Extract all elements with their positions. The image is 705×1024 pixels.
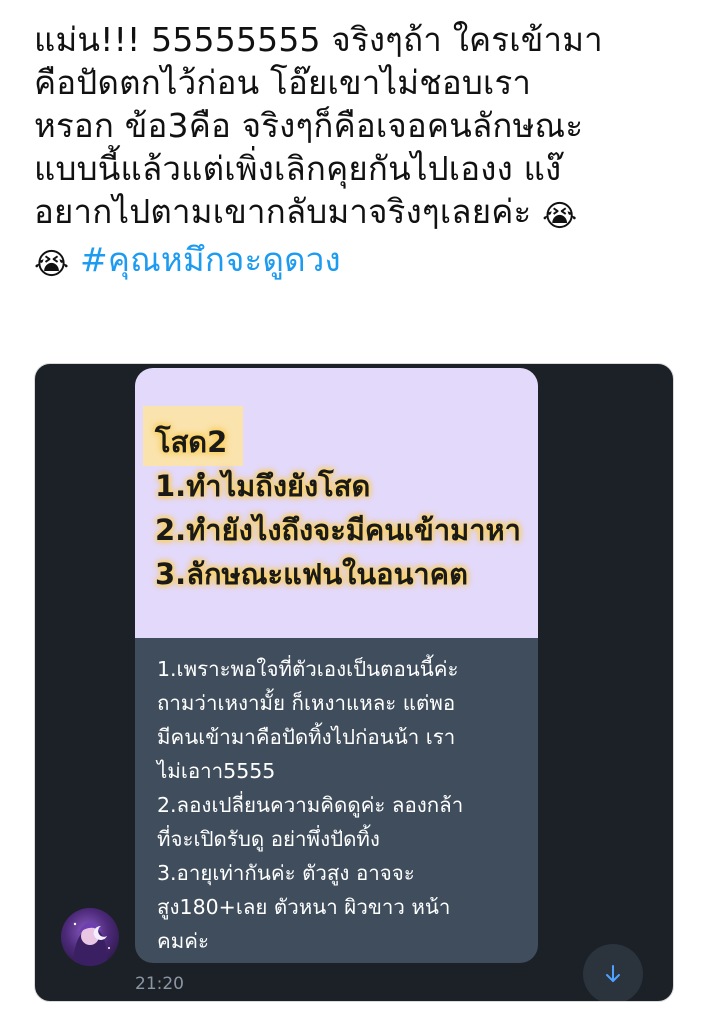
tweet-text: แม่น!!! 55555555 จริงๆถ้า ใครเข้ามา คือป… (34, 18, 684, 286)
crying-face-icon: 😭 (542, 199, 578, 234)
image-line: โสด2 (155, 425, 228, 459)
image-text: โสด2 1.ทำไมถึงยังโสด 2.ทำยังไงถึงจะมีคนเ… (155, 420, 521, 596)
reply-text: 1.เพราะพอใจที่ตัวเองเป็นตอนนี้ค่ะ ถามว่า… (157, 652, 463, 958)
avatar[interactable] (61, 908, 119, 966)
tweet-line: แม่น!!! 55555555 จริงๆถ้า ใครเข้ามา (34, 20, 603, 59)
avatar-illustration (73, 922, 110, 966)
image-message[interactable]: โสด2 1.ทำไมถึงยังโสด 2.ทำยังไงถึงจะมีคนเ… (135, 368, 538, 638)
tweet-line: คือปัดตกไว้ก่อน โอ๊ยเขาไม่ชอบเรา (34, 63, 532, 102)
reply-line: 1.เพราะพอใจที่ตัวเองเป็นตอนนี้ค่ะ (157, 657, 459, 681)
tweet-line-with-emoji: อยากไปตามเขากลับมาจริงๆเลยค่ะ 😭 (34, 190, 684, 238)
reply-line: ที่จะเปิดรับดู อย่าพึ่งปัดทิ้ง (157, 827, 380, 851)
reply-line: 3.อายุเท่ากันค่ะ ตัวสูง อาจจะ (157, 861, 415, 885)
chat-screenshot[interactable]: โสด2 1.ทำไมถึงยังโสด 2.ทำยังไงถึงจะมีคนเ… (34, 363, 674, 1002)
tweet-line: อยากไปตามเขากลับมาจริงๆเลยค่ะ (34, 192, 532, 231)
arrow-down-icon (606, 965, 620, 982)
reply-message[interactable]: 1.เพราะพอใจที่ตัวเองเป็นตอนนี้ค่ะ ถามว่า… (135, 638, 538, 963)
reply-line: คมค่ะ (157, 929, 209, 953)
message-timestamp: 21:20 (135, 974, 184, 994)
crying-face-icon: 😭 (34, 247, 70, 282)
image-line: 2.ทำยังไงถึงจะมีคนเข้ามาหา (155, 513, 521, 547)
scroll-down-button[interactable] (583, 944, 643, 1001)
image-line: 1.ทำไมถึงยังโสด (155, 469, 371, 503)
image-line: 3.ลักษณะแฟนในอนาคต (155, 557, 468, 591)
tweet-hashtag-line: 😭 #คุณหมึกจะดูดวง (34, 238, 684, 286)
tweet-line: หรอก ข้อ3คือ จริงๆก็คือเจอคนลักษณะ (34, 106, 584, 145)
reply-line: ถามว่าเหงามั้ย ก็เหงาแหละ แต่พอ (157, 691, 456, 715)
reply-line: 2.ลองเปลี่ยนความคิดดูค่ะ ลองกล้า (157, 793, 464, 817)
hashtag-link[interactable]: #คุณหมึกจะดูดวง (80, 240, 341, 279)
reply-line: มีคนเข้ามาคือปัดทิ้งไปก่อนน้า เรา (157, 725, 456, 749)
tweet-line: แบบนี้แล้วแต่เพิ่งเลิกคุยกันไปเองง แง๊ (34, 149, 562, 188)
reply-line: สูง180+เลย ตัวหนา ผิวขาว หน้า (157, 895, 451, 919)
reply-line: ไม่เอาา5555 (157, 759, 276, 783)
